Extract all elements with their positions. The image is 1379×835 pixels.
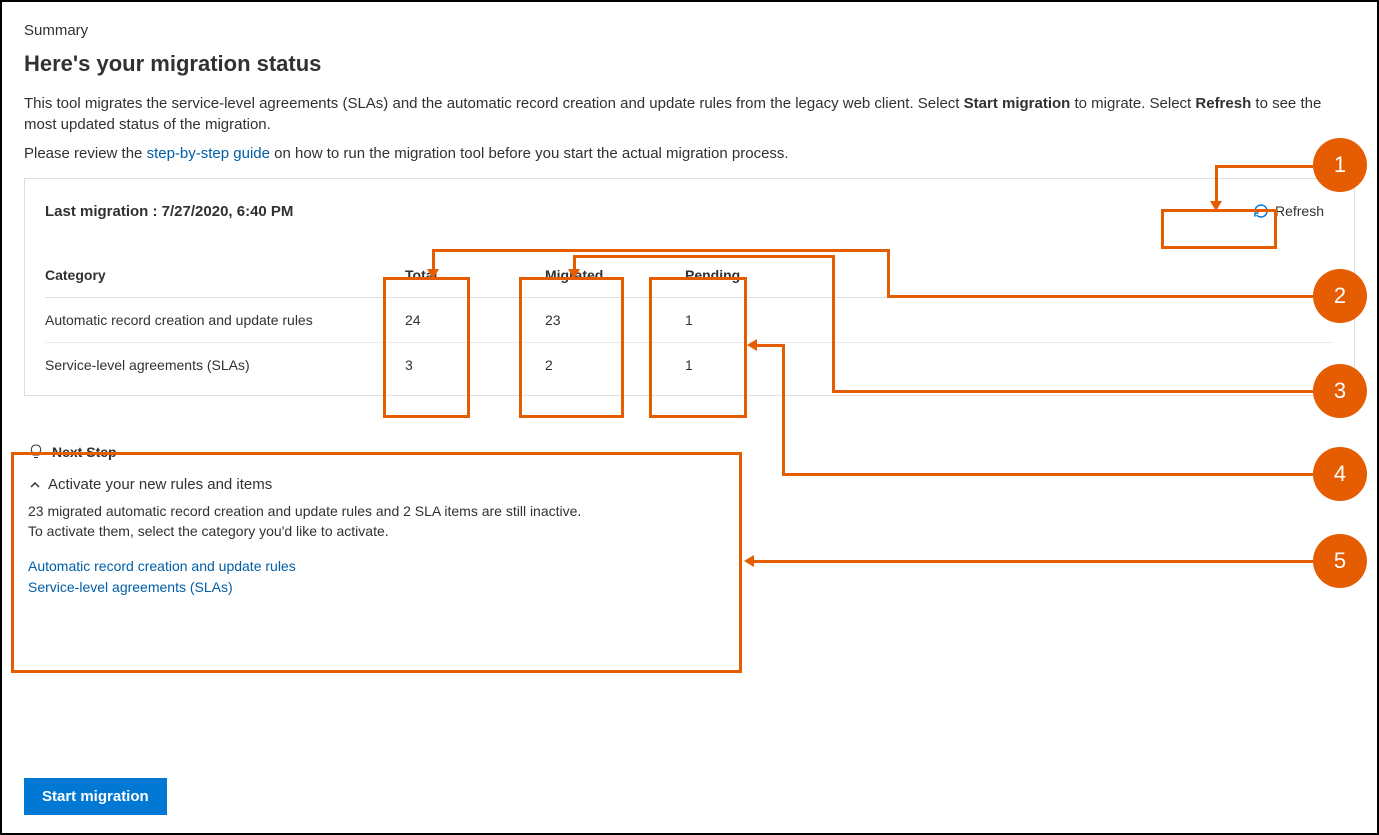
activate-expander[interactable]: Activate your new rules and items <box>28 476 1351 493</box>
cell-migrated: 23 <box>545 312 685 328</box>
annotation-line <box>1277 165 1313 168</box>
annotation-line <box>1215 165 1280 168</box>
link-arc-rules[interactable]: Automatic record creation and update rul… <box>28 556 1351 577</box>
review-line: Please review the step-by-step guide on … <box>24 145 1355 162</box>
table-header-row: Category Total Migrated Pending <box>45 253 1334 298</box>
panel-header: Last migration : 7/27/2020, 6:40 PM Refr… <box>45 197 1334 225</box>
ns-line2: To activate them, select the category yo… <box>28 521 1351 541</box>
link-sla[interactable]: Service-level agreements (SLAs) <box>28 577 1351 598</box>
desc-bold-start: Start migration <box>964 95 1071 112</box>
desc-text: to migrate. Select <box>1070 95 1195 112</box>
cell-category: Service-level agreements (SLAs) <box>45 357 405 373</box>
refresh-icon <box>1253 203 1269 219</box>
col-header-pending: Pending <box>685 267 825 283</box>
cell-category: Automatic record creation and update rul… <box>45 312 405 328</box>
start-migration-button[interactable]: Start migration <box>24 778 167 815</box>
cell-pending: 1 <box>685 312 825 328</box>
next-step-section: Next Step Activate your new rules and it… <box>24 434 1355 608</box>
next-step-label: Next Step <box>52 444 117 460</box>
cell-migrated: 2 <box>545 357 685 373</box>
col-header-total: Total <box>405 267 545 283</box>
table-row: Service-level agreements (SLAs) 3 2 1 <box>45 343 1334 387</box>
review-post: on how to run the migration tool before … <box>270 145 789 162</box>
summary-label: Summary <box>24 22 1355 39</box>
cell-total: 3 <box>405 357 545 373</box>
cell-pending: 1 <box>685 357 825 373</box>
last-migration-label: Last migration : 7/27/2020, 6:40 PM <box>45 203 293 220</box>
page-frame: Summary Here's your migration status Thi… <box>0 0 1379 835</box>
lightbulb-icon <box>28 444 44 460</box>
activate-title: Activate your new rules and items <box>48 476 272 493</box>
next-step-links: Automatic record creation and update rul… <box>28 556 1351 598</box>
status-table: Category Total Migrated Pending Automati… <box>45 253 1334 387</box>
next-step-body: 23 migrated automatic record creation an… <box>28 501 1351 542</box>
description: This tool migrates the service-level agr… <box>24 93 1355 135</box>
migration-status-panel: Last migration : 7/27/2020, 6:40 PM Refr… <box>24 178 1355 396</box>
col-header-category: Category <box>45 267 405 283</box>
next-step-header: Next Step <box>28 444 1351 460</box>
col-header-migrated: Migrated <box>545 267 685 283</box>
refresh-label: Refresh <box>1275 203 1324 219</box>
step-guide-link[interactable]: step-by-step guide <box>147 145 270 162</box>
desc-bold-refresh: Refresh <box>1195 95 1251 112</box>
desc-text: This tool migrates the service-level agr… <box>24 95 964 112</box>
cell-total: 24 <box>405 312 545 328</box>
chevron-up-icon <box>28 478 42 492</box>
ns-line1: 23 migrated automatic record creation an… <box>28 501 1351 521</box>
review-pre: Please review the <box>24 145 147 162</box>
page-title: Here's your migration status <box>24 51 1355 77</box>
table-row: Automatic record creation and update rul… <box>45 298 1334 343</box>
refresh-button[interactable]: Refresh <box>1243 197 1334 225</box>
